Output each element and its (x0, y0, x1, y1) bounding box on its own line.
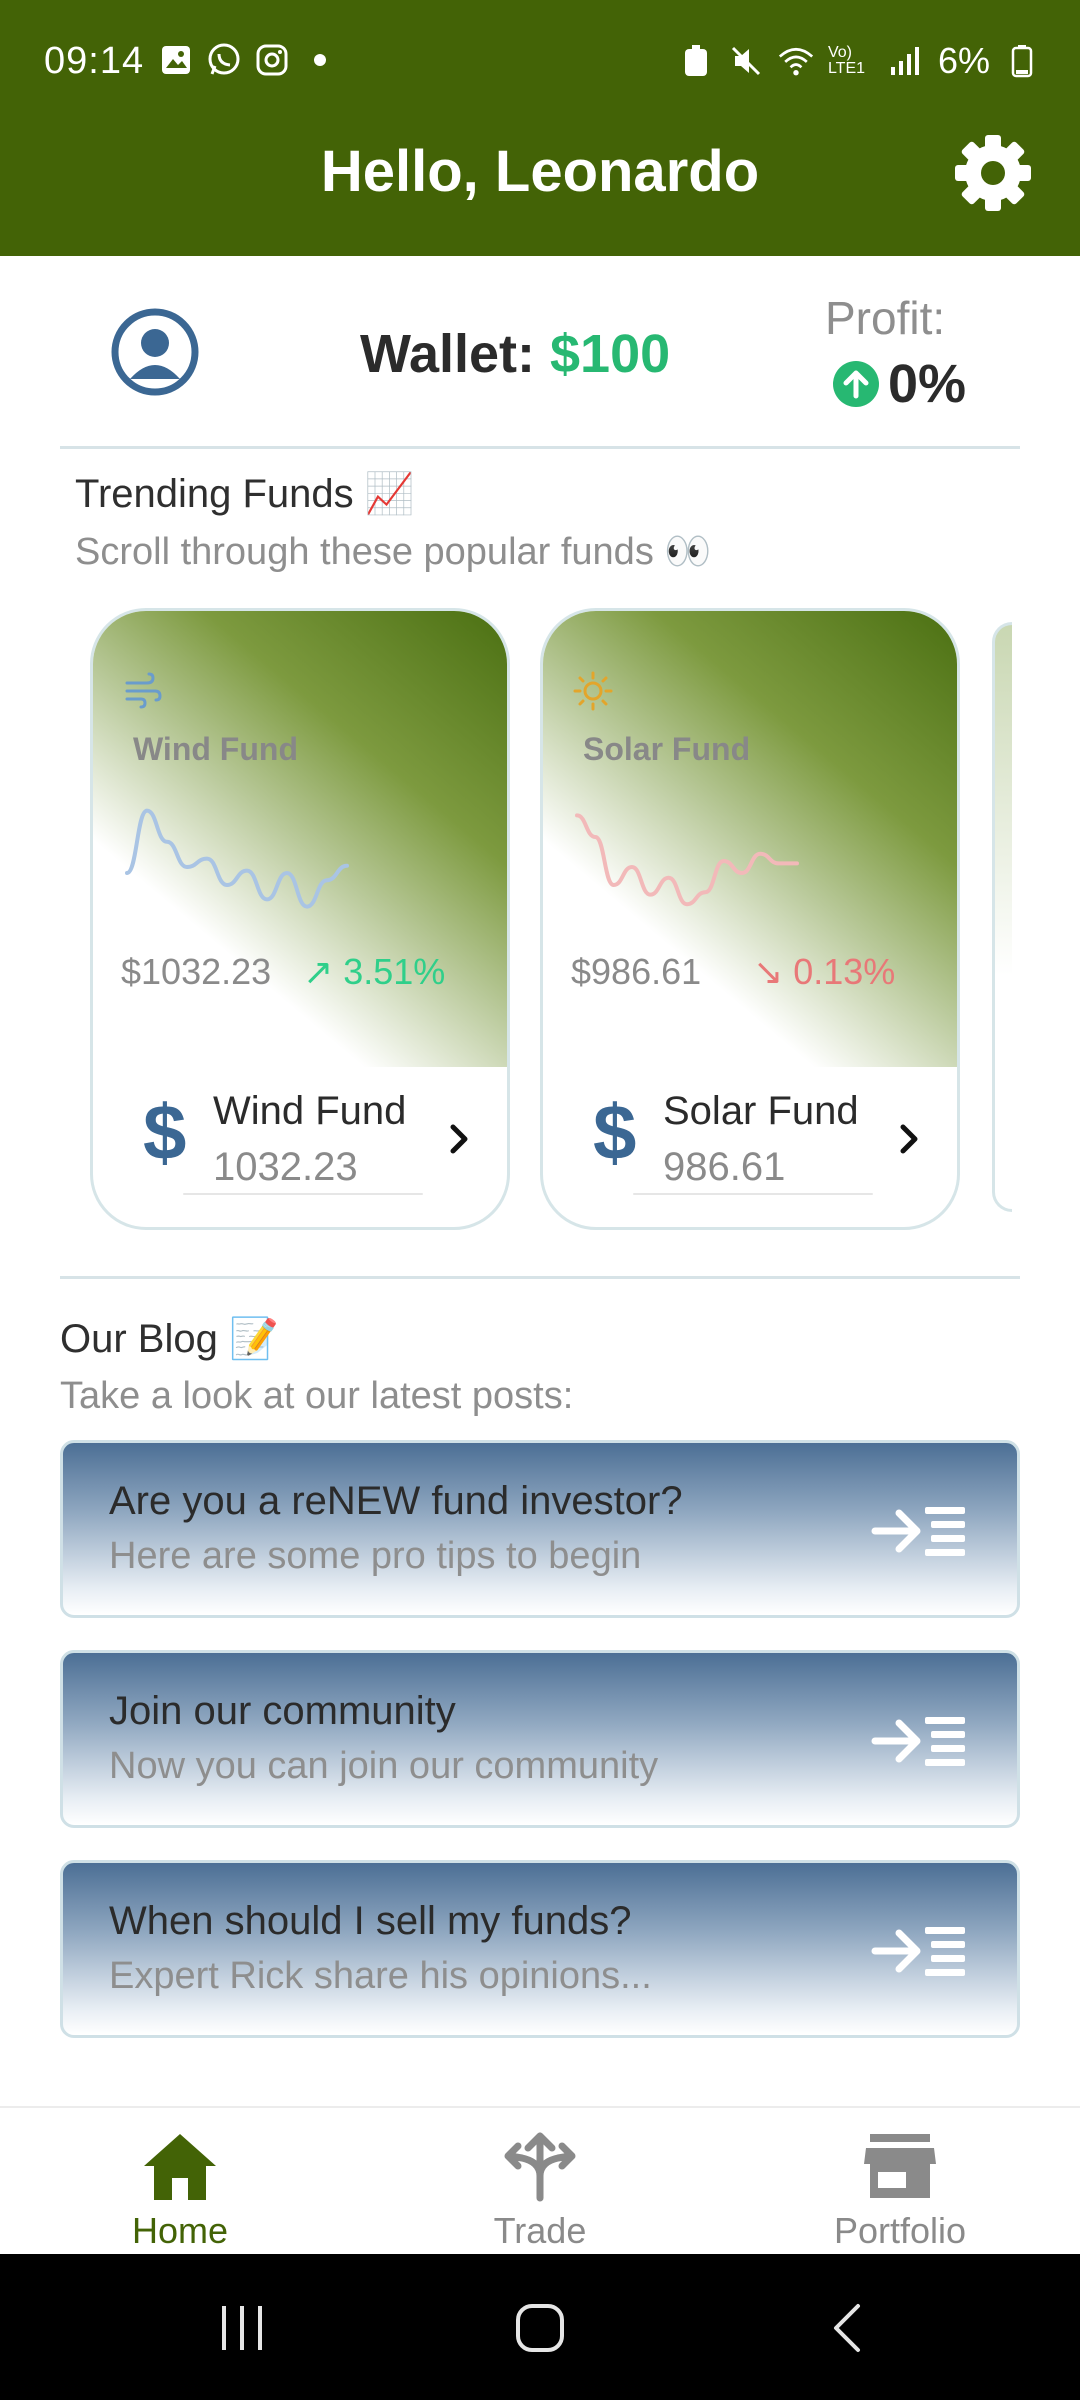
home-button-icon[interactable] (510, 2300, 570, 2356)
fund-change: ↘ 0.13% (753, 951, 895, 993)
card-footer-line (183, 1193, 423, 1195)
blog-post-subtitle: Expert Rick share his opinions... (109, 1955, 652, 1997)
system-navigation-bar (0, 2254, 1080, 2400)
fund-card-footer[interactable]: $ Solar Fund 986.61 (543, 1067, 957, 1207)
gallery-icon (158, 42, 194, 78)
profit-value-row: 0% (832, 353, 966, 415)
trending-title: Trending Funds 📈 (75, 472, 415, 516)
status-bar: 09:14 Vo) LTE1 6% (0, 0, 1080, 124)
nav-item-home[interactable]: Home (0, 2108, 360, 2256)
fund-sparkline (575, 813, 799, 907)
fund-price: $1032.23 (121, 951, 272, 992)
divider (60, 446, 1020, 449)
wind-icon (123, 671, 163, 711)
wallet-amount: $100 (550, 324, 671, 384)
nav-item-portfolio[interactable]: Portfolio (720, 2108, 1080, 2256)
open-post-icon[interactable] (871, 1923, 967, 1979)
avatar-icon[interactable] (110, 307, 200, 397)
settings-gear-icon[interactable] (950, 130, 1036, 216)
mute-icon (728, 43, 764, 79)
blog-post-title: Join our community (109, 1689, 456, 1733)
recent-apps-icon[interactable] (212, 2300, 272, 2356)
trend-down-icon: ↘ (753, 951, 784, 992)
status-time: 09:14 (44, 40, 145, 82)
page-title: Hello, Leonardo (320, 139, 760, 204)
fund-footer-name: Wind Fund (213, 1089, 407, 1133)
fund-name: Solar Fund (583, 731, 751, 767)
trade-icon (504, 2132, 576, 2202)
blog-post-card[interactable]: Join our community Now you can join our … (60, 1650, 1020, 1828)
sparkline-path (575, 813, 799, 907)
sparkline-path (125, 808, 349, 909)
wallet-label: Wallet: (360, 324, 551, 384)
blog-post-card[interactable]: Are you a reNEW fund investor? Here are … (60, 1440, 1020, 1618)
network-label: Vo) LTE1 (827, 44, 866, 77)
dollar-icon: $ (143, 1088, 187, 1176)
blog-post-subtitle: Here are some pro tips to begin (109, 1535, 642, 1577)
fund-card[interactable]: Solar Fund $986.61 ↘ 0.13% $ Solar Fund … (540, 608, 960, 1230)
back-icon[interactable] (818, 2300, 878, 2356)
wifi-icon (778, 43, 814, 79)
nav-label-trade: Trade (493, 2210, 587, 2251)
blog-title: Our Blog 📝 (60, 1317, 279, 1361)
open-post-icon[interactable] (871, 1503, 967, 1559)
battery-icon (1004, 43, 1040, 79)
app-header: 09:14 Vo) LTE1 6% Hello, Leonardo (0, 0, 1080, 256)
dollar-icon: $ (593, 1088, 637, 1176)
battery-percent: 6% (937, 40, 990, 81)
blog-subtitle: Take a look at our latest posts: (60, 1375, 574, 1417)
saver-icon (678, 43, 714, 79)
fund-change: ↗ 3.51% (303, 951, 445, 993)
system-status-icons: Vo) LTE1 6% (678, 40, 1040, 82)
nav-label-portfolio: Portfolio (833, 2210, 967, 2251)
sun-icon (573, 671, 613, 711)
fund-footer-name: Solar Fund (663, 1089, 859, 1133)
blog-post-subtitle: Now you can join our community (109, 1745, 659, 1787)
fund-price: $986.61 (571, 951, 702, 992)
card-footer-line (633, 1193, 873, 1195)
fund-change-value: 0.13% (793, 951, 896, 992)
trend-up-icon: ↗ (303, 951, 334, 992)
trending-subtitle: Scroll through these popular funds 👀 (75, 531, 712, 573)
notification-icons (158, 42, 338, 78)
fund-name: Wind Fund (133, 731, 298, 767)
arrow-up-circle-icon (833, 361, 879, 407)
fund-footer-value: 1032.23 (213, 1145, 358, 1189)
fund-sparkline (125, 808, 349, 909)
signal-icon (888, 43, 924, 79)
blog-post-card[interactable]: When should I sell my funds? Expert Rick… (60, 1860, 1020, 2038)
whatsapp-icon (206, 42, 242, 78)
chevron-right-icon[interactable] (439, 1119, 479, 1159)
bottom-navigation: Home Trade Portfolio (0, 2106, 1080, 2254)
profit-label: Profit: (825, 292, 946, 344)
home-icon (144, 2134, 216, 2200)
wallet-balance: Wallet: $100 (360, 323, 670, 385)
blog-post-title: Are you a reNEW fund investor? (109, 1479, 683, 1523)
dot-icon (302, 42, 338, 78)
fund-change-value: 3.51% (343, 951, 446, 992)
nav-item-trade[interactable]: Trade (360, 2108, 720, 2256)
nav-label-home: Home (131, 2210, 229, 2251)
divider (60, 1276, 1020, 1279)
blog-post-title: When should I sell my funds? (109, 1899, 632, 1943)
storefront-icon (864, 2134, 936, 2198)
profit-value: 0% (888, 354, 967, 414)
fund-card-footer[interactable]: $ Wind Fund 1032.23 (93, 1067, 507, 1207)
open-post-icon[interactable] (871, 1713, 967, 1769)
fund-card[interactable]: Wind Fund $1032.23 ↗ 3.51% $ Wind Fund 1… (90, 608, 510, 1230)
fund-footer-value: 986.61 (663, 1145, 786, 1189)
fund-card-peek[interactable] (992, 622, 1012, 1212)
instagram-icon (254, 42, 290, 78)
wallet-summary: Wallet: $100 Profit: 0% (60, 285, 1020, 445)
chevron-right-icon[interactable] (889, 1119, 929, 1159)
